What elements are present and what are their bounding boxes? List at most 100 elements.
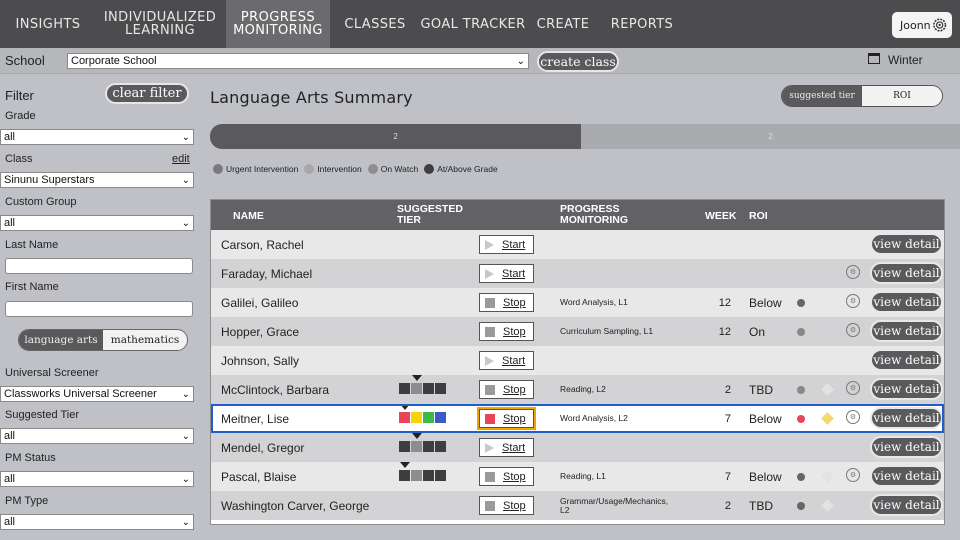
custom-group-label: Custom Group xyxy=(5,196,77,208)
table-row[interactable]: Johnson, Sally Start view detail xyxy=(211,346,944,375)
pm-button-label: Start xyxy=(502,354,526,367)
subject-language-arts[interactable]: language arts xyxy=(19,330,103,350)
tier-indicator xyxy=(399,441,447,452)
nav-reports[interactable]: REPORTS xyxy=(604,0,680,48)
table-header: NAME SUGGESTED TIER PROGRESS MONITORING … xyxy=(211,200,944,230)
roi-status-dot-icon xyxy=(797,502,805,510)
table-row[interactable]: Faraday, Michael Start ⚙ view detail xyxy=(211,259,944,288)
week-value: 2 xyxy=(724,383,731,396)
subject-toggle: language arts mathematics xyxy=(18,329,188,351)
top-navigation: INSIGHTS INDIVIDUALIZED LEARNING PROGRES… xyxy=(0,0,960,48)
students-table: NAME SUGGESTED TIER PROGRESS MONITORING … xyxy=(210,199,945,525)
tier-segment xyxy=(411,441,422,452)
legend-label: On Watch xyxy=(380,164,419,174)
clear-filter-button[interactable]: clear filter xyxy=(105,83,189,104)
pm-type-select[interactable]: all ⌄ xyxy=(0,514,194,530)
table-row[interactable]: Hopper, Grace Stop Curriculum Sampling, L1… xyxy=(211,317,944,346)
view-suggested-tier[interactable]: suggested tier xyxy=(782,86,862,106)
term-label[interactable]: Winter xyxy=(888,53,923,67)
nav-classes[interactable]: CLASSES xyxy=(340,0,410,48)
view-detail-button[interactable]: view detail xyxy=(870,349,943,371)
week-value: 7 xyxy=(724,412,731,425)
bar-segment: 2 xyxy=(581,124,960,149)
school-bar: School Corporate School ⌄ create class W… xyxy=(0,48,960,74)
pm-status-select-value: all xyxy=(4,473,16,485)
nav-goal-tracker[interactable]: GOAL TRACKER xyxy=(418,0,528,48)
class-edit-link[interactable]: edit xyxy=(172,153,190,165)
col-suggested-tier[interactable]: SUGGESTED TIER xyxy=(397,204,463,226)
view-detail-button[interactable]: view detail xyxy=(870,436,943,458)
col-roi[interactable]: ROI xyxy=(749,211,768,222)
student-name: Johnson, Sally xyxy=(221,353,300,368)
nav-insights[interactable]: INSIGHTS xyxy=(8,0,88,48)
nav-progress-monitoring[interactable]: PROGRESS MONITORING xyxy=(226,0,330,48)
screener-select-value: Classworks Universal Screener xyxy=(4,388,157,400)
start-pm-button[interactable]: Start xyxy=(479,264,534,283)
play-icon xyxy=(485,268,494,279)
first-name-input[interactable] xyxy=(5,301,193,317)
col-progress-monitoring[interactable]: PROGRESS MONITORING xyxy=(560,204,628,226)
filter-sidebar: Filter clear filter Grade all ⌄ Class edi… xyxy=(0,75,200,540)
nav-individualized-learning[interactable]: INDIVIDUALIZED LEARNING xyxy=(100,0,220,48)
settings-icon: ⚙ xyxy=(846,265,860,279)
pm-type-label: PM Type xyxy=(5,495,49,507)
grade-select[interactable]: all ⌄ xyxy=(0,129,194,145)
suggested-tier-select[interactable]: all ⌄ xyxy=(0,428,194,444)
student-name: Carson, Rachel xyxy=(221,237,304,252)
start-pm-button[interactable]: Start xyxy=(479,235,534,254)
col-week[interactable]: WEEK xyxy=(705,211,737,222)
view-detail-button[interactable]: view detail xyxy=(870,494,943,516)
settings-icon: ⚙ xyxy=(846,410,860,424)
screener-select[interactable]: Classworks Universal Screener ⌄ xyxy=(0,386,194,402)
settings-icon: ⚙ xyxy=(846,468,860,482)
calendar-icon xyxy=(868,53,880,64)
student-name: Mendel, Gregor xyxy=(221,440,305,455)
play-icon xyxy=(485,239,494,250)
col-name[interactable]: NAME xyxy=(233,211,264,222)
week-value: 2 xyxy=(724,499,731,512)
create-class-button[interactable]: create class xyxy=(537,51,619,72)
table-row[interactable]: Mendel, Gregor Start view detail xyxy=(211,433,944,462)
suggested-tier-select-value: all xyxy=(4,430,16,442)
view-detail-button[interactable]: view detail xyxy=(870,291,943,313)
user-menu-button[interactable]: Joonn xyxy=(892,12,952,38)
student-name: Faraday, Michael xyxy=(221,266,313,281)
start-pm-button[interactable]: Start xyxy=(479,351,534,370)
view-detail-button[interactable]: view detail xyxy=(870,262,943,284)
table-row[interactable]: Carson, Rachel Start view detail xyxy=(211,230,944,259)
legend-dot-icon xyxy=(213,164,223,174)
view-detail-button[interactable]: view detail xyxy=(870,233,943,255)
roi-value: TBD xyxy=(749,382,773,397)
main-content: Language Arts Summary suggested tier ROI… xyxy=(205,75,960,540)
nav-create[interactable]: CREATE xyxy=(530,0,596,48)
goal-diamond-icon xyxy=(821,499,834,512)
tier-segment xyxy=(435,441,446,452)
table-row[interactable]: Washington Carver, George Stop Grammar/Usa… xyxy=(211,491,944,520)
chevron-down-icon: ⌄ xyxy=(181,175,190,186)
bar-segment: 2 xyxy=(210,124,582,149)
table-row[interactable]: Galilei, Galileo Stop Word Analysis, L1 12 B… xyxy=(211,288,944,317)
subject-mathematics[interactable]: mathematics xyxy=(103,330,187,350)
table-row[interactable]: Meitner, Lise Stop Word Analysis, L2 7 Below… xyxy=(211,404,944,433)
custom-group-select[interactable]: all ⌄ xyxy=(0,215,194,231)
pm-button-label: Start xyxy=(502,441,526,454)
screener-label: Universal Screener xyxy=(5,367,99,379)
start-pm-button[interactable]: Start xyxy=(479,438,534,457)
settings-icon: ⚙ xyxy=(846,323,860,337)
class-select[interactable]: Sinunu Superstars ⌄ xyxy=(0,172,194,188)
week-value: 12 xyxy=(718,296,731,309)
pm-button-label: Start xyxy=(502,267,526,280)
table-row[interactable]: McClintock, Barbara Stop Reading, L2 2 TBD ⚙ v… xyxy=(211,375,944,404)
view-detail-button[interactable]: view detail xyxy=(870,465,943,487)
pm-status-select[interactable]: all ⌄ xyxy=(0,471,194,487)
last-name-input[interactable] xyxy=(5,258,193,274)
school-select[interactable]: Corporate School ⌄ xyxy=(67,53,529,69)
view-detail-button[interactable]: view detail xyxy=(870,378,943,400)
view-detail-button[interactable]: view detail xyxy=(870,320,943,342)
view-roi[interactable]: ROI xyxy=(862,86,942,106)
goal-diamond-icon xyxy=(821,412,834,425)
legend-label: Urgent Intervention xyxy=(226,164,299,174)
table-row[interactable]: Pascal, Blaise Stop Reading, L1 7 Below ⚙ view… xyxy=(211,462,944,491)
view-detail-button[interactable]: view detail xyxy=(870,407,943,429)
roi-status-dot-icon xyxy=(797,386,805,394)
